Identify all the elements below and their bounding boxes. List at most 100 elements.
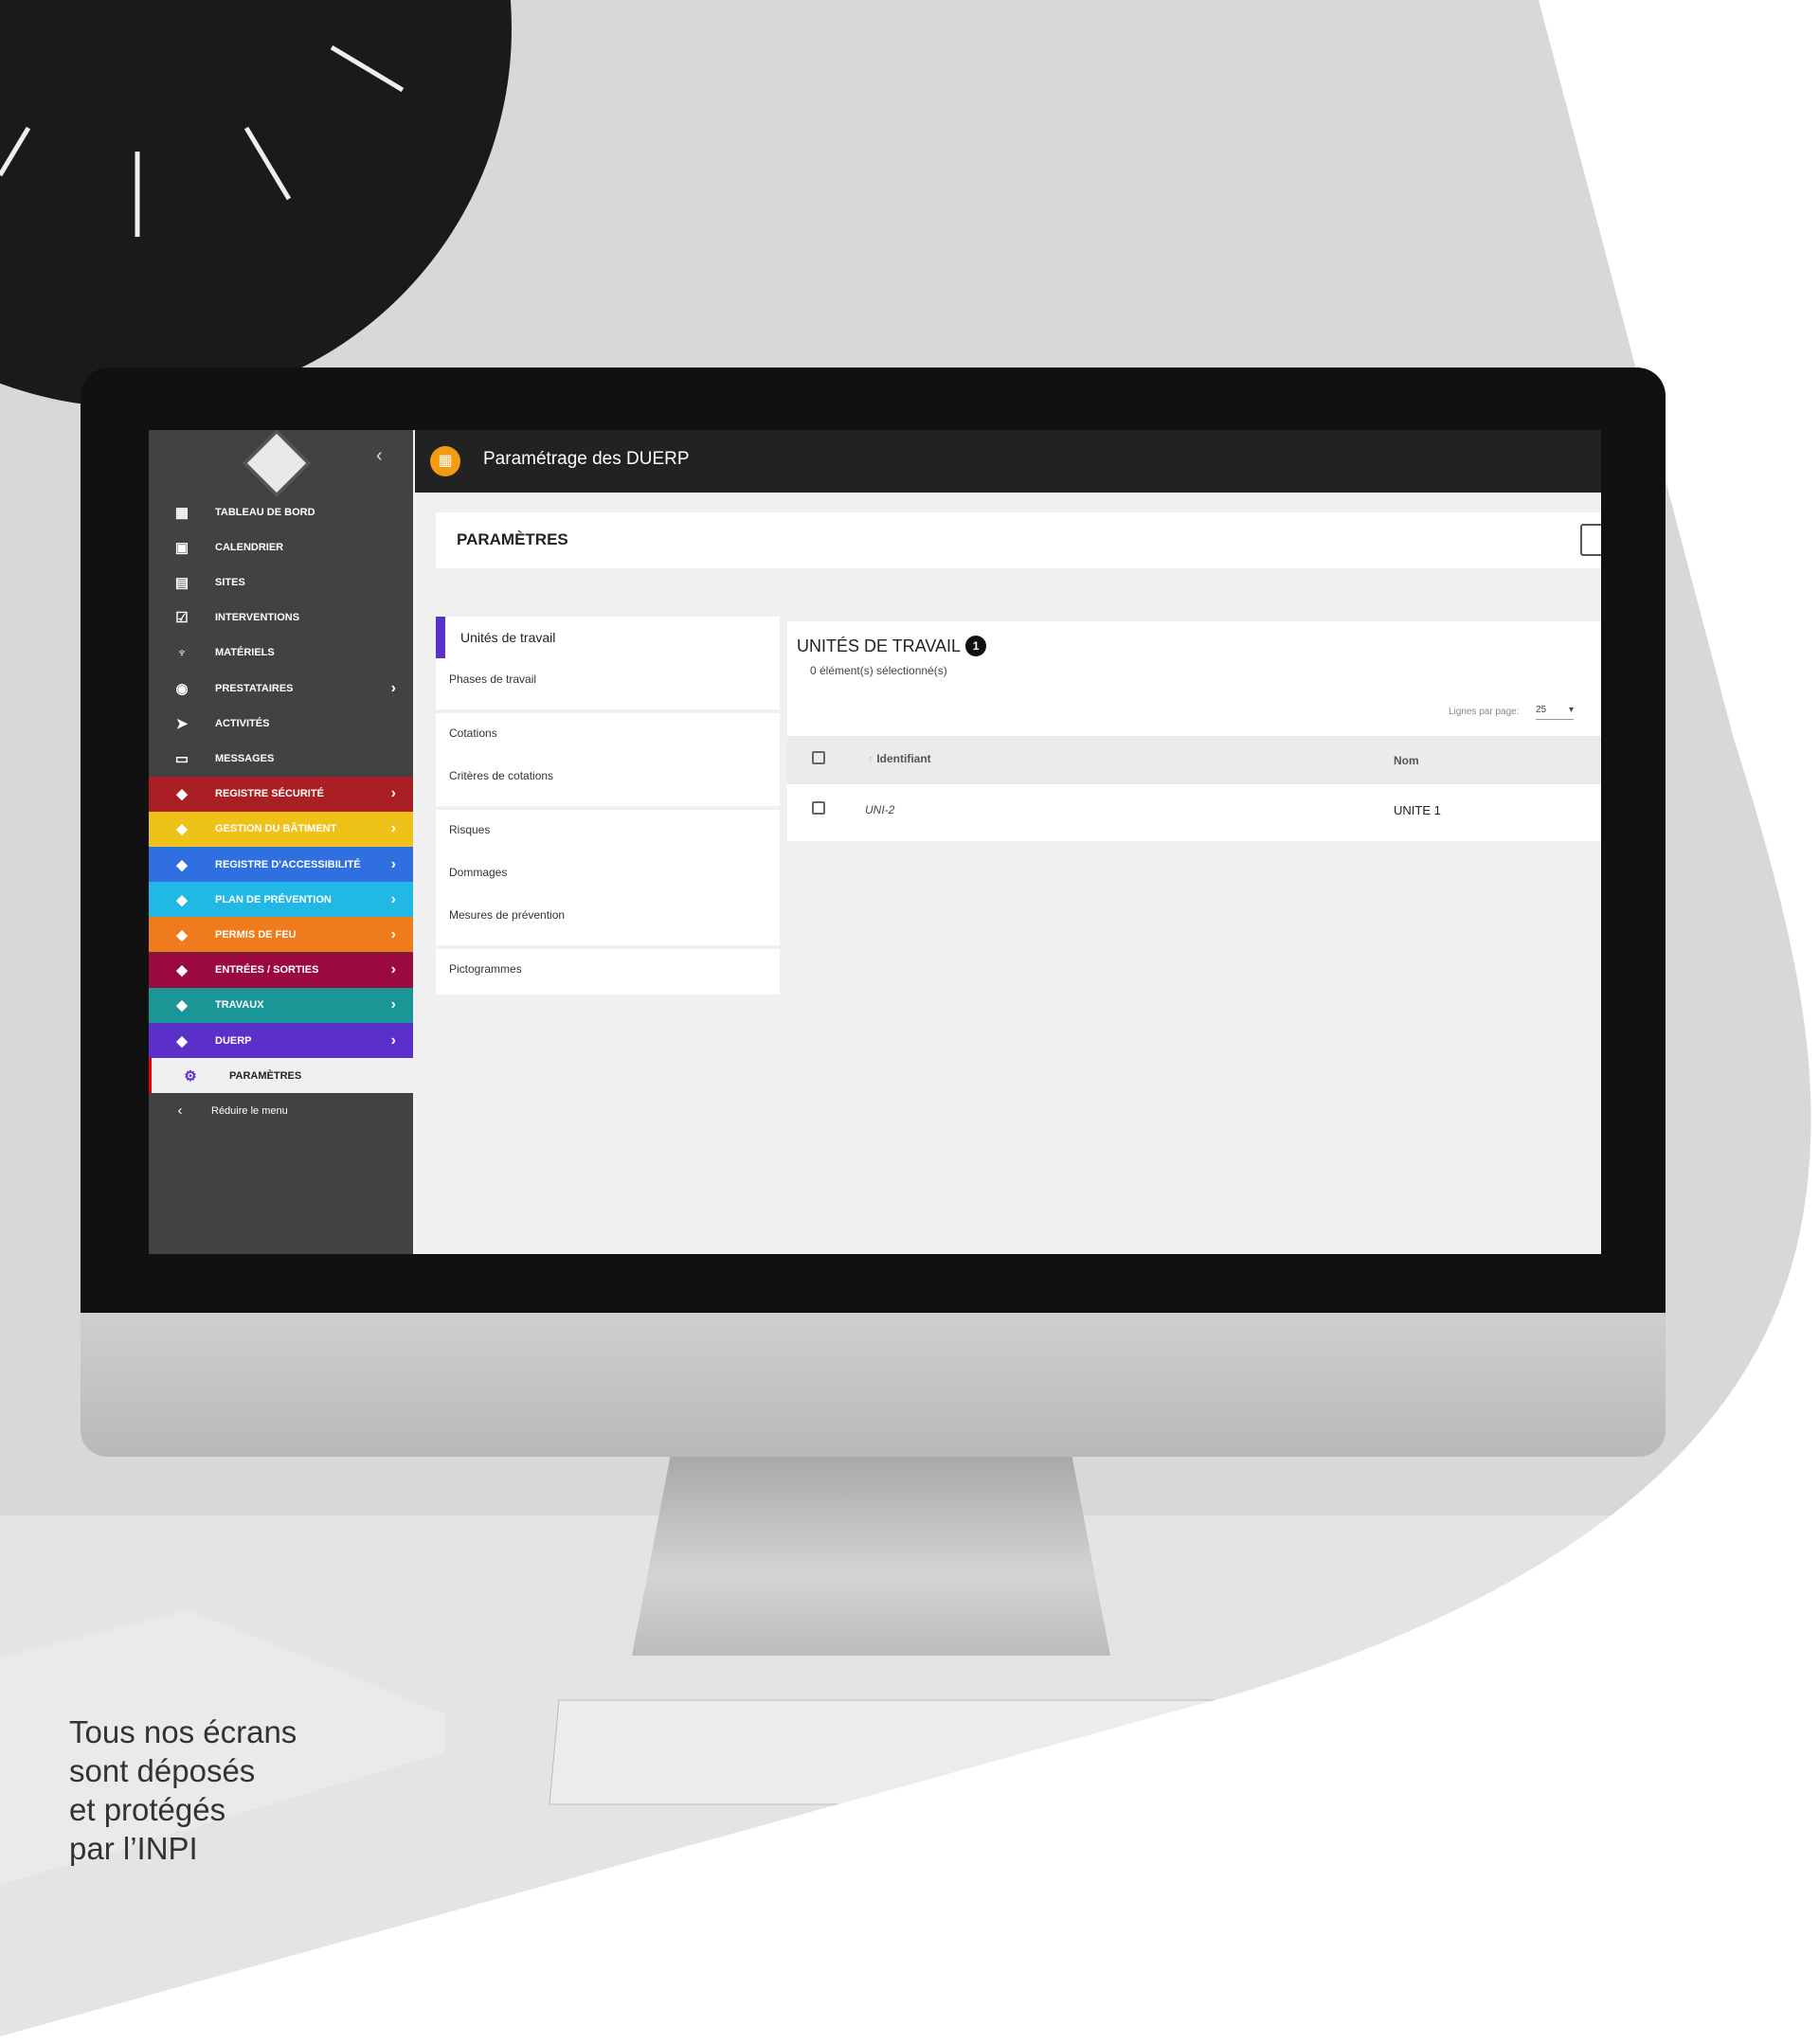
menu-item[interactable]: Phases de travail — [449, 672, 536, 686]
sort-arrow-icon[interactable]: ↑ — [868, 752, 876, 765]
menu-item[interactable]: Mesures de prévention — [449, 908, 565, 922]
clipboard-check-icon: ☑ — [175, 610, 189, 627]
menu-item[interactable]: Critères de cotations — [449, 769, 553, 782]
module-logo-icon: ◆ — [176, 891, 188, 908]
module-logo-icon: ◆ — [176, 926, 188, 943]
caret-down-icon: ▾ — [1568, 705, 1574, 715]
menu-group: Cotations Critères de cotations — [436, 713, 780, 806]
sidebar: ‹ ▦ TABLEAU DE BORD ▣ CALENDRIER ▤ SITES ☑ INTE… — [149, 430, 413, 1254]
sidebar-item-label: INTERVENTIONS — [215, 612, 300, 624]
action-button[interactable] — [1580, 524, 1601, 556]
reduce-menu-button[interactable]: ‹ Réduire le menu — [149, 1093, 413, 1128]
app-screen: ‹ ▦ TABLEAU DE BORD ▣ CALENDRIER ▤ SITES ☑ INTE… — [149, 430, 1601, 1254]
chevron-right-icon: › — [390, 925, 396, 942]
menu-group: Unités de travail Phases de travail — [436, 617, 780, 709]
chevron-right-icon: › — [390, 785, 396, 802]
sidebar-item-5[interactable]: ◉ PRESTATAIRES › — [149, 671, 413, 706]
module-logo-icon: ◆ — [176, 786, 188, 803]
menu-item[interactable]: Pictogrammes — [449, 962, 522, 976]
module-logo-icon: ◆ — [176, 821, 188, 838]
sidebar-module-3[interactable]: ◆ PLAN DE PRÉVENTION › — [149, 882, 413, 918]
sidebar-item-label: MESSAGES — [215, 752, 275, 764]
sidebar-module-4[interactable]: ◆ PERMIS DE FEU › — [149, 917, 413, 953]
rows-per-page-value: 25 — [1536, 705, 1547, 715]
sidebar-module-2[interactable]: ◆ REGISTRE D'ACCESSIBILITÉ › — [149, 847, 413, 882]
sidebar-module-1[interactable]: ◆ GESTION DU BÂTIMENT › — [149, 811, 413, 847]
reduce-menu-label: Réduire le menu — [211, 1104, 288, 1117]
sidebar-module-label: REGISTRE D'ACCESSIBILITÉ — [215, 858, 361, 870]
gear-icon: ⚙ — [184, 1067, 197, 1085]
sidebar-module-5[interactable]: ◆ ENTRÉES / SORTIES › — [149, 952, 413, 988]
label-icon: ➤ — [175, 715, 189, 732]
sidebar-module-0[interactable]: ◆ REGISTRE SÉCURITÉ › — [149, 776, 413, 812]
units-panel: UNITÉS DE TRAVAIL 1 0 élément(s) sélecti… — [787, 621, 1601, 841]
sidebar-module-label: TRAVAUX — [215, 999, 264, 1012]
cell-identifiant: UNI-2 — [865, 803, 895, 816]
sidebar-item-label: ACTIVITÉS — [215, 717, 270, 729]
active-indicator — [436, 617, 445, 658]
column-header-nom[interactable]: Nom — [1394, 754, 1419, 767]
message-icon: ▭ — [174, 750, 189, 767]
collapse-sidebar-button[interactable]: ‹ — [376, 445, 383, 467]
sidebar-item-6[interactable]: ➤ ACTIVITÉS — [149, 706, 413, 741]
sidebar-item-0[interactable]: ▦ TABLEAU DE BORD — [149, 494, 413, 529]
tagline-line: et protégés — [69, 1792, 226, 1827]
menu-group: Pictogrammes — [436, 949, 780, 995]
menu-item[interactable]: Cotations — [449, 726, 497, 740]
count-badge: 1 — [965, 636, 987, 656]
sidebar-item-label: SITES — [215, 576, 245, 588]
rows-per-page-select[interactable]: 25 ▾ — [1536, 705, 1574, 720]
sidebar-module-label: ENTRÉES / SORTIES — [215, 964, 319, 977]
module-logo-icon: ◆ — [176, 856, 188, 873]
chevron-right-icon: › — [390, 961, 396, 978]
select-all-checkbox[interactable] — [812, 751, 825, 764]
module-logo-icon: ◆ — [176, 1032, 188, 1049]
module-logo-icon: ◆ — [176, 997, 188, 1014]
tagline-line: sont déposés — [69, 1753, 256, 1788]
dashboard-icon: ▦ — [174, 504, 189, 521]
menu-item[interactable]: Risques — [449, 823, 490, 836]
apps-grid-icon[interactable]: ▦ — [430, 446, 460, 476]
sidebar-module-7[interactable]: ◆ DUERP › — [149, 1023, 413, 1058]
monitor-stand — [632, 1457, 1110, 1656]
sidebar-item-2[interactable]: ▤ SITES — [149, 565, 413, 600]
sidebar-item-7[interactable]: ▭ MESSAGES — [149, 741, 413, 776]
tagline: Tous nos écrans sont déposés et protégés… — [69, 1712, 297, 1868]
sidebar-item-1[interactable]: ▣ CALENDRIER — [149, 529, 413, 565]
sidebar-module-label: DUERP — [215, 1034, 252, 1047]
clipboard-icon: ▤ — [174, 574, 189, 591]
account-circle-icon: ◉ — [175, 680, 189, 697]
sidebar-item-4[interactable]: ♆ MATÉRIELS — [149, 636, 413, 671]
table-header: ↑ Identifiant Nom — [787, 736, 1601, 784]
chevron-right-icon: › — [390, 1031, 396, 1049]
menu-item[interactable]: Unités de travail — [460, 630, 555, 645]
sidebar-item-3[interactable]: ☑ INTERVENTIONS — [149, 601, 413, 636]
settings-menu: Unités de travail Phases de travail Cotati… — [436, 617, 780, 995]
page-title-card: PARAMÈTRES — [436, 512, 1601, 568]
menu-item[interactable]: Dommages — [449, 866, 507, 879]
app-header: ▦ Paramétrage des DUERP — [415, 430, 1601, 493]
tagline-line: Tous nos écrans — [69, 1714, 297, 1749]
sidebar-module-label: PERMIS DE FEU — [215, 928, 297, 941]
column-header-identifiant[interactable]: Identifiant — [876, 752, 930, 765]
chevron-right-icon: › — [390, 679, 396, 696]
sidebar-module-label: PLAN DE PRÉVENTION — [215, 893, 332, 905]
tagline-line: par l’INPI — [69, 1831, 198, 1866]
chevron-right-icon: › — [390, 890, 396, 907]
table-row[interactable]: UNI-2 UNITE 1 — [787, 784, 1601, 841]
sidebar-module-6[interactable]: ◆ TRAVAUX › — [149, 987, 413, 1023]
rows-per-page-label: Lignes par page: — [1449, 707, 1520, 717]
panel-title: UNITÉS DE TRAVAIL — [797, 636, 962, 655]
sidebar-sub-item-label: PARAMÈTRES — [229, 1069, 302, 1082]
selection-count: 0 élément(s) sélectionné(s) — [810, 664, 947, 677]
sidebar-item-label: MATÉRIELS — [215, 647, 275, 659]
cell-nom: UNITE 1 — [1394, 803, 1441, 817]
monitor-chin — [81, 1313, 1666, 1457]
logo — [243, 430, 311, 497]
sidebar-sub-item-parametres[interactable]: ⚙ PARAMÈTRES — [149, 1058, 413, 1094]
chevron-right-icon: › — [390, 820, 396, 837]
row-checkbox[interactable] — [812, 801, 825, 815]
module-logo-icon: ◆ — [176, 962, 188, 979]
chevron-left-icon: ‹ — [177, 1103, 183, 1120]
sidebar-module-label: GESTION DU BÂTIMENT — [215, 823, 337, 835]
